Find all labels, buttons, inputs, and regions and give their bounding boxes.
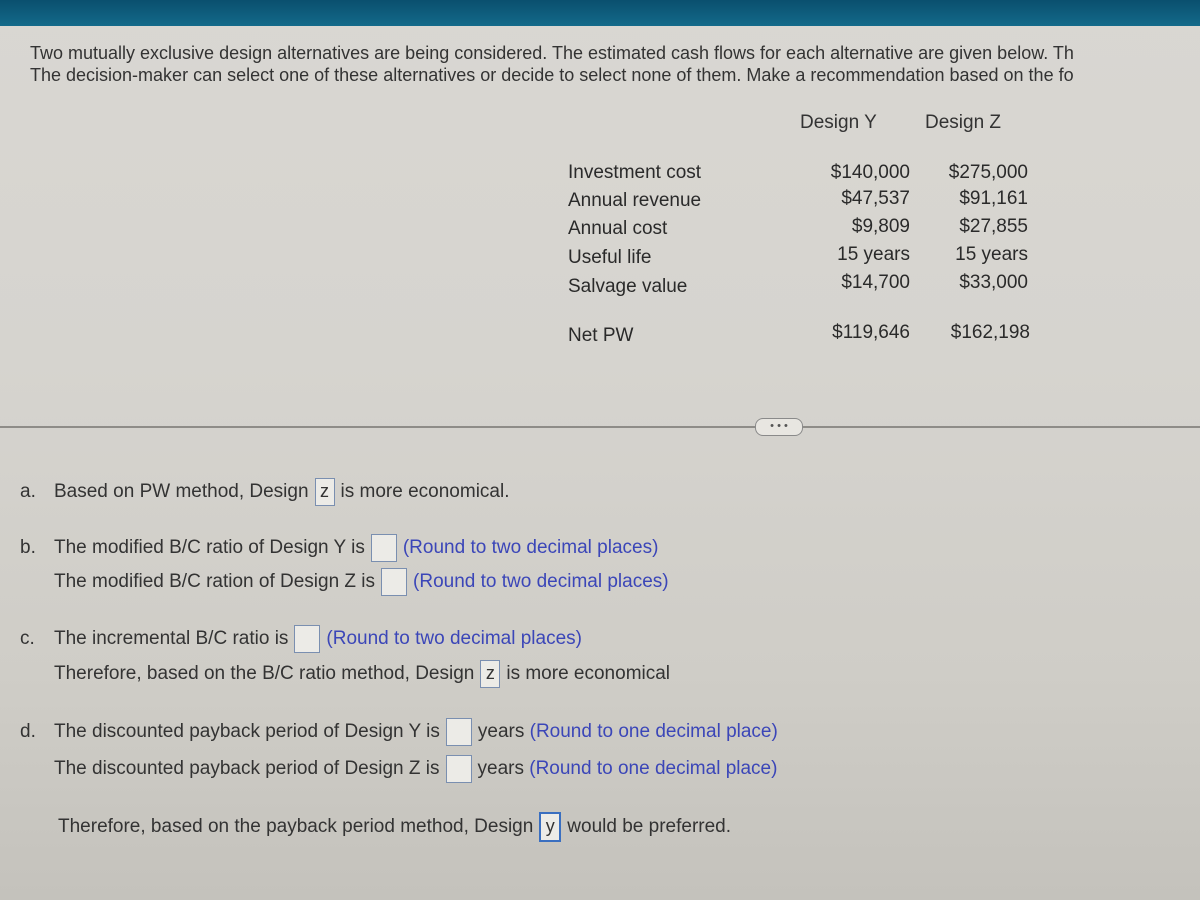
rounding-hint: (Round to one decimal place)	[529, 758, 778, 779]
incremental-bc-input[interactable]	[294, 625, 321, 653]
design-answer-dropdown[interactable]: z	[314, 478, 335, 506]
question-c-conclusion: Therefore, based on the B/C ratio method…	[54, 660, 670, 688]
section-divider	[0, 426, 1200, 428]
question-text: The modified B/C ration of Design Z is	[54, 571, 376, 592]
net-pw-y: $119,646	[832, 322, 910, 343]
question-text: Therefore, based on the B/C ratio method…	[54, 663, 475, 684]
question-a: a. Based on PW method, Design z is more …	[20, 478, 509, 506]
payback-z-input[interactable]	[445, 755, 472, 783]
rounding-hint: (Round to two decimal places)	[413, 571, 669, 592]
value-z: 15 years	[955, 244, 1028, 265]
rounding-hint: (Round to one decimal place)	[529, 721, 778, 742]
question-letter: c.	[20, 628, 35, 649]
question-letter: a.	[20, 481, 36, 502]
question-text: would be preferred.	[567, 816, 732, 837]
question-text: The modified B/C ratio of Design Y is	[54, 537, 365, 558]
question-b-design-y: b. The modified B/C ratio of Design Y is…	[20, 534, 658, 562]
row-label: Salvage value	[568, 276, 688, 297]
bc-ratio-z-input[interactable]	[381, 568, 408, 596]
header-design-z: Design Z	[925, 112, 1002, 133]
value-z: $91,161	[959, 188, 1028, 209]
question-text: The discounted payback period of Design …	[54, 721, 440, 742]
question-text: is more economical	[506, 663, 671, 684]
net-pw-label: Net PW	[568, 325, 634, 346]
problem-statement: Two mutually exclusive design alternativ…	[30, 42, 1074, 86]
value-y: $47,537	[841, 188, 910, 209]
value-z: $27,855	[959, 216, 1028, 237]
row-label: Annual cost	[568, 218, 668, 239]
header-design-y: Design Y	[800, 112, 877, 133]
question-d-design-z: The discounted payback period of Design …	[54, 755, 777, 783]
value-z: $33,000	[959, 272, 1028, 293]
value-z: $275,000	[948, 162, 1028, 183]
design-answer-dropdown[interactable]: z	[480, 660, 501, 688]
payback-y-input[interactable]	[445, 718, 472, 746]
bc-ratio-y-input[interactable]	[370, 534, 397, 562]
value-y: $14,700	[841, 272, 910, 293]
value-y: 15 years	[837, 244, 910, 265]
question-text: The discounted payback period of Design …	[54, 758, 440, 779]
row-label: Investment cost	[568, 162, 702, 183]
design-answer-dropdown[interactable]: y	[539, 812, 562, 842]
unit-label: years	[477, 721, 525, 742]
question-b-design-z: The modified B/C ration of Design Z is (…	[54, 568, 669, 596]
question-letter: d.	[20, 721, 36, 742]
row-label: Annual revenue	[568, 190, 702, 211]
problem-line-2: The decision-maker can select one of the…	[30, 65, 1074, 85]
rounding-hint: (Round to two decimal places)	[402, 537, 659, 558]
problem-line-1: Two mutually exclusive design alternativ…	[30, 43, 1074, 63]
unit-label: years	[477, 758, 524, 779]
net-pw-z: $162,198	[950, 322, 1030, 343]
top-header-bar	[0, 0, 1200, 26]
question-text: Therefore, based on the payback period m…	[58, 816, 534, 837]
question-letter: b.	[20, 537, 36, 558]
question-text: Based on PW method, Design	[54, 481, 309, 502]
question-d-design-y: d. The discounted payback period of Desi…	[20, 718, 778, 746]
more-options-button[interactable]: • • •	[755, 418, 803, 436]
question-c-incremental: c. The incremental B/C ratio is (Round t…	[20, 625, 582, 653]
row-label: Useful life	[568, 247, 652, 268]
question-d-conclusion: Therefore, based on the payback period m…	[58, 812, 731, 842]
value-y: $9,809	[851, 216, 910, 237]
value-y: $140,000	[830, 162, 910, 183]
rounding-hint: (Round to two decimal places)	[326, 628, 582, 649]
question-text: is more economical.	[340, 481, 510, 502]
question-text: The incremental B/C ratio is	[54, 628, 289, 649]
